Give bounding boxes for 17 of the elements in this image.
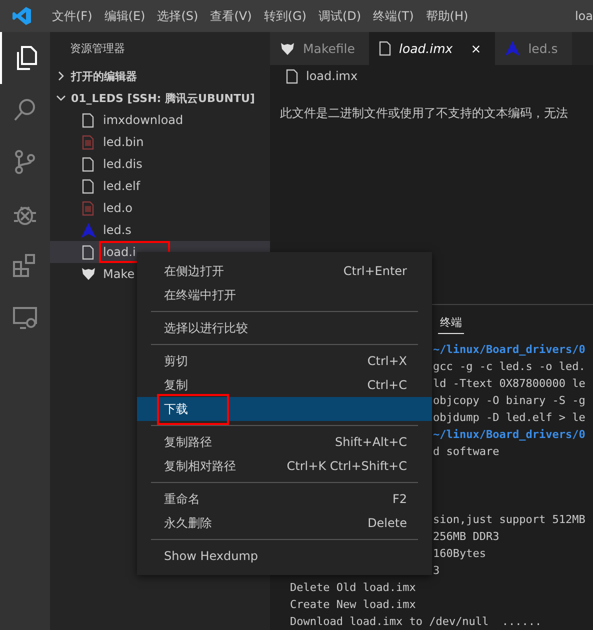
- terminal-line: 160Bytes: [433, 546, 487, 562]
- terminal-line: 3: [433, 563, 441, 579]
- window-title: loa: [574, 9, 593, 23]
- terminal-line: 256MB DDR3: [433, 529, 500, 545]
- sidebar-title: 资源管理器: [69, 41, 126, 57]
- terminal-line: Create New load.imx: [290, 597, 417, 613]
- terminal-line: sion,just support 512MB: [433, 512, 586, 528]
- terminal-line: Delete Old load.imx: [290, 580, 417, 596]
- terminal-line: ld -Ttext 0X87800000 le: [433, 376, 586, 392]
- terminal-line: objdump -D led.elf > le: [433, 410, 586, 426]
- terminal-line: ~/linux/Board_drivers/0: [433, 427, 586, 443]
- terminal-line: d software: [433, 444, 500, 460]
- terminal-line: gcc -g -c led.s -o led.: [433, 359, 586, 375]
- binary-file-message: 此文件是二进制文件或使用了不支持的文本编码，无法: [279, 105, 569, 122]
- terminal-line: objcopy -O binary -S -g: [433, 393, 586, 409]
- terminal-line: ~/linux/Board_drivers/0: [433, 342, 586, 358]
- terminal-line: Download load.imx to /dev/null ......: [290, 614, 543, 630]
